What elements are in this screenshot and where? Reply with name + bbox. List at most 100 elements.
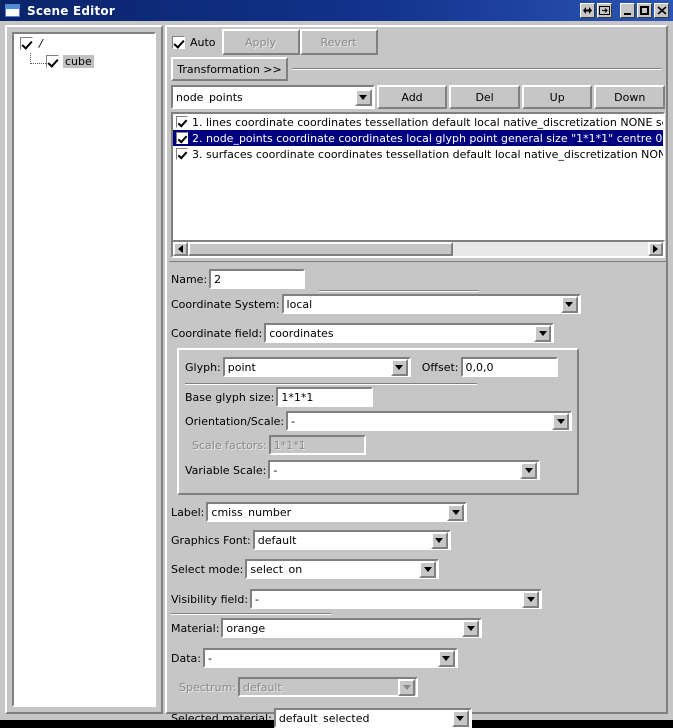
add-button[interactable]: Add — [376, 85, 448, 109]
scene-tree[interactable]: / cube — [12, 32, 156, 707]
spectrum-combo: default — [238, 677, 419, 697]
up-button[interactable]: Up — [521, 85, 593, 109]
scene-settings-panel: Auto Apply Revert Transformation >> node… — [165, 25, 668, 728]
label-field-combo[interactable]: cmiss_number — [206, 502, 468, 522]
graphics-list[interactable]: 1. lines coordinate coordinates tessella… — [171, 112, 665, 242]
transformation-row: Transformation >> — [171, 56, 664, 82]
scale-factors-row: Scale factors: 1*1*1 — [185, 435, 366, 455]
coordinate-field-label: Coordinate field: — [171, 326, 263, 340]
list-item[interactable]: 3. surfaces coordinate coordinates tesse… — [173, 146, 663, 162]
data-label: Data: — [171, 651, 201, 665]
scene-editor-window: Scene Editor / cube Auto Apply Revert Tr… — [0, 0, 673, 728]
transformation-button[interactable]: Transformation >> — [171, 57, 288, 81]
horizontal-scrollbar[interactable] — [171, 240, 665, 258]
orientation-scale-row: Orientation/Scale: - — [185, 411, 573, 431]
selected-material-label: Selected material: — [171, 711, 272, 725]
minimize-button[interactable] — [620, 3, 635, 18]
auto-label: Auto — [190, 35, 216, 49]
glyph-row: Glyph: point Offset: 0,0,0 — [185, 357, 558, 377]
chevron-down-icon[interactable] — [354, 88, 372, 106]
material-row: Material: orange — [171, 618, 483, 638]
transformation-separator — [292, 68, 662, 70]
orientation-scale-combo[interactable]: - — [286, 411, 573, 431]
chevron-down-icon[interactable] — [430, 531, 448, 549]
variable-scale-value: - — [273, 464, 278, 476]
chevron-down-icon[interactable] — [534, 324, 552, 342]
revert-button[interactable]: Revert — [299, 29, 378, 55]
close-button[interactable] — [654, 3, 669, 18]
list-item[interactable]: 2. node_points coordinate coordinates lo… — [173, 130, 663, 146]
tree-checkbox-cube[interactable] — [46, 54, 59, 68]
name-input[interactable]: 2 — [209, 269, 306, 289]
spectrum-label: Spectrum: — [179, 680, 237, 694]
graphic-settings-form: Name: 2 Coordinate System: local Coordin… — [169, 261, 666, 728]
orientation-scale-value: - — [291, 415, 296, 427]
glyph-separator — [185, 383, 477, 385]
del-button[interactable]: Del — [449, 85, 520, 109]
scale-factors-input: 1*1*1 — [268, 435, 366, 455]
visibility-field-label: Visibility field: — [171, 592, 249, 606]
glyph-combo[interactable]: point — [222, 357, 411, 377]
label-field-value: cmiss_number — [211, 506, 292, 518]
offset-label: Offset: — [421, 360, 459, 374]
visibility-field-row: Visibility field: - — [171, 589, 543, 609]
select-mode-value: select_on — [250, 563, 303, 575]
data-combo[interactable]: - — [202, 648, 458, 668]
variable-scale-combo[interactable]: - — [268, 460, 541, 480]
graphics-font-combo[interactable]: default — [252, 530, 451, 550]
auto-toggle[interactable]: Auto — [169, 29, 222, 55]
title-bar: Scene Editor — [0, 0, 673, 21]
select-mode-combo[interactable]: select_on — [245, 559, 440, 579]
coordinate-system-label: Coordinate System: — [171, 297, 280, 311]
list-item-label: 3. surfaces coordinate coordinates tesse… — [192, 147, 663, 161]
chevron-down-icon[interactable] — [437, 649, 455, 667]
material-value: orange — [226, 622, 266, 634]
spectrum-value: default — [243, 681, 282, 693]
tree-item-root[interactable]: / — [14, 34, 154, 52]
chevron-down-icon[interactable] — [447, 503, 465, 521]
shade-button[interactable] — [597, 3, 612, 18]
window-body: / cube Auto Apply Revert Transformation … — [2, 21, 671, 728]
base-glyph-size-label: Base glyph size: — [185, 390, 275, 404]
list-item-checkbox[interactable] — [176, 148, 188, 160]
list-item-checkbox[interactable] — [176, 132, 188, 144]
spectrum-row: Spectrum: default — [171, 677, 419, 697]
tree-item-cube[interactable]: cube — [14, 52, 154, 70]
apply-button[interactable]: Apply — [221, 29, 300, 55]
coordinate-system-combo[interactable]: local — [281, 294, 581, 314]
glyph-group: Glyph: point Offset: 0,0,0 Base glyph si… — [177, 348, 579, 495]
chevron-down-icon[interactable] — [419, 560, 437, 578]
list-item-checkbox[interactable] — [176, 116, 188, 128]
visibility-field-combo[interactable]: - — [250, 589, 543, 609]
scrollbar-thumb[interactable] — [188, 242, 453, 256]
offset-input[interactable]: 0,0,0 — [460, 357, 558, 377]
selected-material-combo[interactable]: default_selected — [273, 708, 472, 728]
tree-checkbox-root[interactable] — [20, 36, 33, 50]
tree-label-cube: cube — [63, 54, 94, 68]
coordinate-field-combo[interactable]: coordinates — [264, 323, 555, 343]
select-mode-row: Select mode: select_on — [171, 559, 440, 579]
scroll-right-button[interactable] — [648, 242, 663, 256]
auto-checkbox[interactable] — [172, 35, 185, 49]
label-field-row: Label: cmiss_number — [171, 502, 468, 522]
chevron-down-icon[interactable] — [552, 412, 570, 430]
graphic-type-combo[interactable]: node_points — [171, 85, 375, 109]
list-item[interactable]: 1. lines coordinate coordinates tessella… — [173, 114, 663, 130]
chevron-down-icon[interactable] — [520, 461, 538, 479]
coordinate-system-row: Coordinate System: local — [171, 294, 581, 314]
chevron-down-icon[interactable] — [522, 590, 540, 608]
down-button[interactable]: Down — [594, 85, 666, 109]
restore-horizontal-button[interactable] — [580, 3, 595, 18]
material-combo[interactable]: orange — [221, 618, 483, 638]
chevron-down-icon[interactable] — [560, 295, 578, 313]
scrollbar-track[interactable] — [188, 242, 648, 256]
base-glyph-size-input[interactable]: 1*1*1 — [276, 387, 374, 407]
graphics-font-row: Graphics Font: default — [171, 530, 451, 550]
chevron-down-icon[interactable] — [462, 619, 480, 637]
scroll-left-button[interactable] — [173, 242, 188, 256]
chevron-down-icon[interactable] — [390, 358, 408, 376]
visibility-field-value: - — [255, 593, 260, 605]
maximize-button[interactable] — [637, 3, 652, 18]
chevron-down-icon[interactable] — [451, 709, 469, 727]
glyph-value: point — [227, 361, 256, 373]
